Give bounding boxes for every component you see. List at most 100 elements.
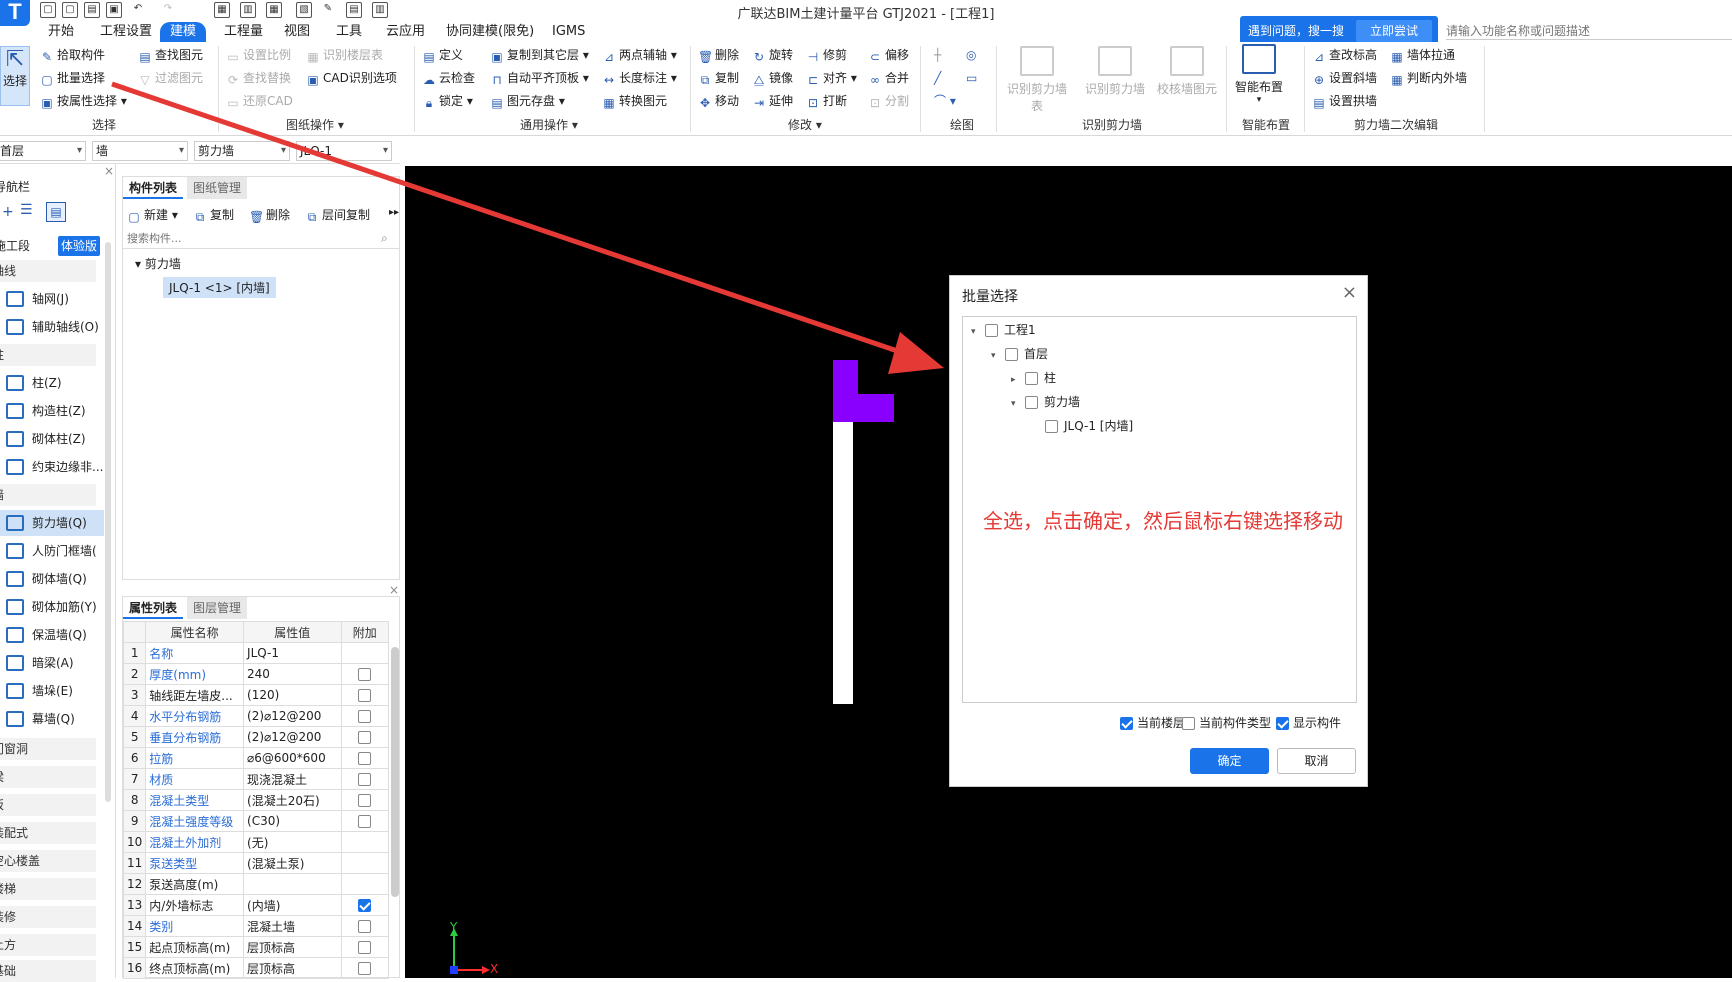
nav-section-axis[interactable]: 轴线	[0, 260, 96, 282]
nav-section-column[interactable]: 柱	[0, 344, 96, 366]
property-value[interactable]: 层顶标高	[243, 957, 342, 979]
checkbox-checked[interactable]	[1120, 717, 1133, 730]
mirror-button[interactable]: ⧋ 镜像	[752, 70, 793, 87]
list-view-icon[interactable]: ☰	[20, 202, 38, 220]
slope-wall-button[interactable]: ⊕ 设置斜墙	[1312, 70, 1377, 87]
checkbox[interactable]	[358, 689, 372, 702]
checkbox[interactable]	[358, 752, 372, 765]
expand-icon[interactable]: ▾	[971, 327, 985, 337]
expand-icon[interactable]: ▸	[1011, 375, 1025, 385]
move-button[interactable]: ✥ 移动	[698, 93, 739, 110]
table-row[interactable]: 3 轴线距左墙皮... (120)	[122, 684, 390, 706]
merge-button[interactable]: ∞ 合并	[868, 70, 909, 87]
tab-component-list[interactable]: 构件列表	[123, 177, 184, 199]
tab-drawing-management[interactable]: 图纸管理	[187, 177, 248, 199]
nav-section-beam[interactable]: 梁	[0, 766, 96, 788]
checkbox-checked[interactable]	[1276, 717, 1289, 730]
table-row[interactable]: 14 类别 混凝土墙	[122, 915, 390, 937]
property-scrollbar[interactable]	[391, 647, 399, 897]
nav-section-slab[interactable]: 板	[0, 794, 96, 816]
table-row[interactable]: 2 厚度(mm) 240	[122, 663, 390, 685]
two-point-axis-button[interactable]: ⊿ 两点辅轴 ▾	[602, 47, 677, 64]
find-element-button[interactable]: ▤ 查找图元	[138, 47, 203, 64]
recog-wall-table-button[interactable]: 识别剪力墙表	[1002, 46, 1072, 114]
new-component-button[interactable]: ▢ 新建 ▾	[127, 207, 178, 224]
nav-item-hidden-beam[interactable]: 暗梁(A)	[0, 650, 104, 676]
menu-project-settings[interactable]: 工程设置	[100, 22, 152, 42]
property-value[interactable]	[243, 873, 342, 895]
tree-node-jlq1[interactable]: JLQ-1 [内墙]	[1031, 417, 1133, 434]
property-value[interactable]: 现浇混凝土	[243, 768, 342, 790]
nav-section-earthwork[interactable]: 土方	[0, 934, 96, 956]
checkbox[interactable]	[358, 794, 372, 807]
tab-layer-management[interactable]: 图层管理	[187, 597, 248, 619]
nav-item-curtain-wall[interactable]: 幕墙(Q)	[0, 706, 104, 732]
expand-icon[interactable]: ▾	[1011, 399, 1025, 409]
property-value[interactable]: 混凝土墙	[243, 915, 342, 937]
find-replace-button[interactable]: ⟳ 查找替换	[226, 70, 291, 87]
filter-element-button[interactable]: ▽ 过滤图元	[138, 70, 203, 87]
nav-item-shear-wall[interactable]: 剪力墙(Q)	[0, 510, 104, 536]
tree-node-project[interactable]: ▾ 工程1	[971, 321, 1036, 338]
nav-section-openings[interactable]: 门窗洞	[0, 738, 96, 760]
property-value[interactable]: (无)	[243, 831, 342, 853]
copy-to-floor-button[interactable]: ▣ 复制到其它层 ▾	[490, 47, 589, 64]
tree-view-icon[interactable]: ▤	[46, 202, 66, 222]
checkbox-checked[interactable]	[358, 899, 372, 912]
expand-icon[interactable]: ▾	[991, 351, 1005, 361]
select-big-button[interactable]: ⇱ 选择	[0, 46, 30, 106]
property-value[interactable]: (2)⌀12@200	[243, 726, 342, 748]
save-element-button[interactable]: ▤ 图元存盘 ▾	[490, 93, 565, 110]
table-row[interactable]: 12 泵送高度(m)	[122, 873, 390, 895]
auto-align-button[interactable]: ⊓ 自动平齐顶板 ▾	[490, 70, 589, 87]
menu-collab[interactable]: 协同建模(限免)	[446, 22, 534, 42]
tree-node-shear-wall[interactable]: ▾ 剪力墙	[135, 255, 181, 272]
component-select[interactable]: JLQ-1	[296, 141, 392, 161]
tree-node-floor[interactable]: ▾ 首层	[991, 345, 1048, 362]
table-row[interactable]: 5 垂直分布钢筋 (2)⌀12@200	[122, 726, 390, 748]
table-row[interactable]: 4 水平分布钢筋 (2)⌀12@200	[122, 705, 390, 727]
panel-close-icon[interactable]: ×	[389, 583, 399, 597]
checkbox[interactable]	[358, 773, 372, 786]
floor-select[interactable]: 首层	[0, 141, 86, 161]
menu-view[interactable]: 视图	[284, 22, 310, 42]
nav-item-masonry-rebar[interactable]: 砌体加筋(Y)	[0, 594, 104, 620]
draw-circle-icon[interactable]: ◎	[966, 47, 976, 63]
arch-wall-button[interactable]: ▤ 设置拱墙	[1312, 93, 1377, 110]
menu-start[interactable]: 开始	[48, 22, 74, 42]
checkbox[interactable]	[358, 941, 372, 954]
checkbox[interactable]	[358, 710, 372, 723]
tree-node-column[interactable]: ▸ 柱	[1011, 369, 1056, 386]
nav-section-prefab[interactable]: 装配式	[0, 822, 96, 844]
option-current-type[interactable]: 当前构件类型	[1182, 714, 1271, 731]
cloud-check-button[interactable]: ☁ 云检查	[422, 70, 475, 87]
property-value[interactable]: (混凝土20石)	[243, 789, 342, 811]
ok-button[interactable]: 确定	[1190, 748, 1269, 774]
copy-button[interactable]: ⧉ 复制	[698, 70, 739, 87]
checkbox[interactable]	[1025, 396, 1038, 409]
subtype-select[interactable]: 剪力墙	[194, 141, 290, 161]
delete-component-button[interactable]: 🗑︎ 删除	[249, 207, 290, 224]
nav-section-decoration[interactable]: 装修	[0, 906, 96, 928]
menu-tools[interactable]: 工具	[336, 22, 362, 42]
table-row[interactable]: 9 混凝土强度等级 (C30)	[122, 810, 390, 832]
nav-item-masonry-column[interactable]: 砌体柱(Z)	[0, 426, 104, 452]
nav-item-construct-column[interactable]: 构造柱(Z)	[0, 398, 104, 424]
nav-item-grid[interactable]: 轴网(J)	[0, 286, 104, 312]
draw-line-icon[interactable]: ╱	[934, 70, 941, 86]
try-now-button[interactable]: 立即尝试	[1356, 20, 1432, 42]
menu-igms[interactable]: IGMS	[552, 22, 585, 42]
checkbox[interactable]	[1005, 348, 1018, 361]
check-wall-button[interactable]: 校核墙图元	[1152, 46, 1222, 97]
draw-arc-icon[interactable]: ⌒ ▾	[934, 93, 956, 109]
draw-point-icon[interactable]: ┼	[934, 47, 941, 63]
function-search-input[interactable]	[1446, 22, 1732, 40]
property-value[interactable]: (内墙)	[243, 894, 342, 916]
checkbox[interactable]	[358, 962, 372, 975]
checkbox[interactable]	[1025, 372, 1038, 385]
tree-node-shear-wall[interactable]: ▾ 剪力墙	[1011, 393, 1080, 410]
cad-options-button[interactable]: ▣ CAD识别选项	[306, 70, 397, 87]
tab-property-list[interactable]: 属性列表	[123, 597, 184, 619]
menu-quantity[interactable]: 工程量	[224, 22, 263, 42]
menu-cloud[interactable]: 云应用	[386, 22, 425, 42]
